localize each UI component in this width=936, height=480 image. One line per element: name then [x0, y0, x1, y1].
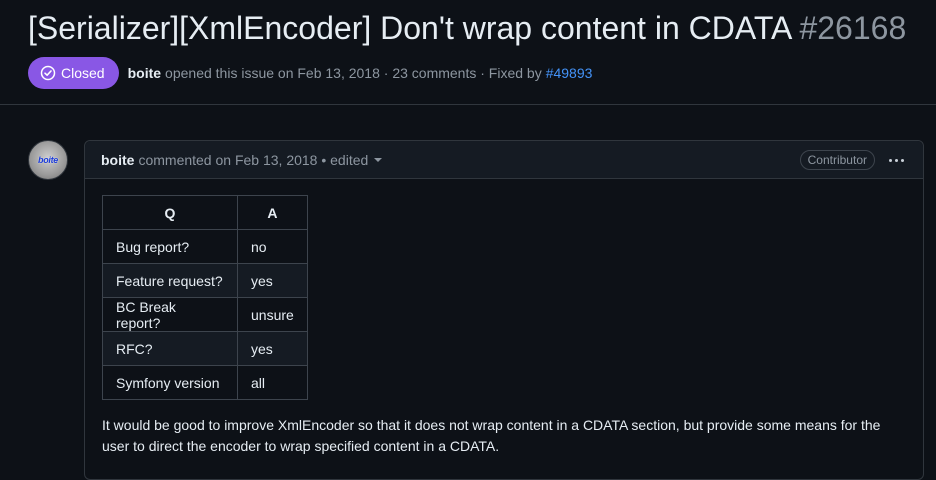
table-cell: BC Break report?: [102, 297, 238, 332]
table-row: Bug report? no: [102, 229, 308, 264]
table-cell: yes: [237, 331, 308, 366]
issue-meta: Closed boite opened this issue on Feb 13…: [28, 57, 592, 89]
avatar[interactable]: boite: [28, 140, 68, 180]
table-cell: Symfony version: [102, 365, 238, 400]
table-header-q: Q: [102, 195, 238, 230]
table-header-a: A: [237, 195, 308, 230]
table-cell: unsure: [237, 297, 308, 332]
table-cell: Bug report?: [102, 229, 238, 264]
comment-meta[interactable]: commented on Feb 13, 2018 • edited: [138, 152, 368, 168]
issue-author-link[interactable]: boite: [128, 65, 161, 81]
table-cell: no: [237, 229, 308, 264]
comment-header: boite commented on Feb 13, 2018 • edited…: [85, 141, 923, 179]
fixed-by-link[interactable]: #49893: [546, 65, 593, 81]
table-cell: yes: [237, 263, 308, 298]
comment-author-link[interactable]: boite: [101, 152, 134, 168]
table-row: BC Break report? unsure: [102, 297, 308, 332]
comment-box: boite commented on Feb 13, 2018 • edited…: [84, 140, 924, 480]
issue-number: #26168: [799, 10, 907, 46]
header-divider: [0, 104, 936, 105]
issue-title: [Serializer][XmlEncoder] Don't wrap cont…: [28, 10, 791, 46]
table-row: Symfony version all: [102, 365, 308, 400]
table-row: RFC? yes: [102, 331, 308, 366]
status-badge: Closed: [28, 57, 119, 89]
table-row: Feature request? yes: [102, 263, 308, 298]
table-cell: all: [237, 365, 308, 400]
contributor-badge: Contributor: [799, 150, 875, 170]
chevron-down-icon[interactable]: [374, 157, 383, 162]
kebab-menu-icon[interactable]: [885, 150, 907, 170]
issue-opened-text: opened this issue on Feb 13, 2018 · 23 c…: [165, 65, 542, 81]
closed-check-icon: [40, 65, 56, 81]
comment-body-text: It would be good to improve XmlEncoder s…: [102, 417, 881, 454]
table-cell: RFC?: [102, 331, 238, 366]
status-label: Closed: [61, 65, 105, 81]
qa-table: Q A Bug report? no Feature request? yes …: [102, 195, 308, 400]
issue-title-row: [Serializer][XmlEncoder] Don't wrap cont…: [28, 8, 906, 48]
avatar-logo-text: boite: [38, 155, 58, 165]
table-cell: Feature request?: [102, 263, 238, 298]
